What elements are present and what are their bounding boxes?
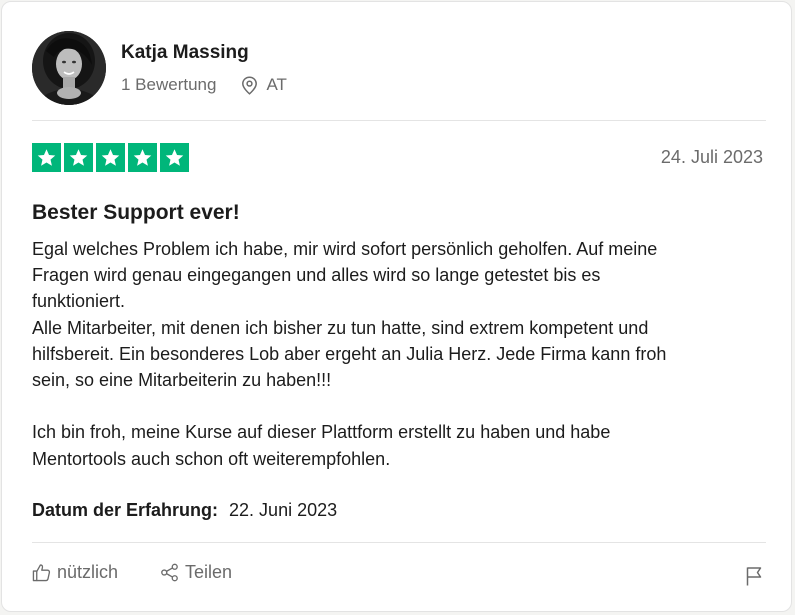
review-date: 24. Juli 2023 [660, 147, 763, 167]
share-button[interactable]: Teilen [160, 562, 232, 583]
reviewer-name[interactable]: Katja Massing [121, 42, 249, 64]
review-text-line: Egal welches Problem ich habe, mir wird … [32, 239, 658, 259]
star-icon [96, 143, 125, 172]
location-pin-icon [242, 75, 258, 95]
review-text-line: Ich bin froh, meine Kurse auf dieser Pla… [32, 422, 611, 443]
experience-date: Datum der Erfahrung: 22. Juni 2023 [32, 500, 337, 521]
star-icon [160, 143, 189, 172]
reviewer-meta: 1 Bewertung AT [121, 75, 287, 95]
review-text-line: sein, so eine Mitarbeiterin zu haben!!! [32, 370, 332, 391]
report-button[interactable] [745, 566, 763, 591]
review-text-line: funktioniert. [32, 291, 126, 312]
review-text-line: Alle Mitarbeiter, mit denen ich bisher z… [32, 317, 649, 338]
useful-button[interactable]: nützlich [32, 562, 118, 583]
review-body: Egal welches Problem ich habe, mir wird … [32, 236, 772, 472]
experience-date-value: 22. Juni 2023 [229, 500, 338, 520]
header-divider [32, 120, 766, 121]
review-title[interactable]: Bester Support ever! [32, 201, 240, 225]
share-icon [161, 563, 178, 582]
experience-date-label: Datum der Erfahrung: [32, 500, 219, 520]
avatar[interactable] [32, 31, 106, 105]
useful-label: nützlich [57, 562, 119, 582]
country-code: AT [266, 75, 287, 94]
review-actions: nützlich Teilen [32, 562, 763, 588]
star-rating [32, 143, 189, 172]
star-icon [32, 143, 61, 172]
star-icon [64, 143, 93, 172]
share-label: Teilen [185, 562, 233, 582]
star-icon [128, 143, 157, 172]
footer-divider [32, 542, 766, 543]
flag-icon [746, 567, 762, 586]
review-text-line: hilfsbereit. Ein besonderes Lob aber erg… [32, 343, 667, 364]
review-text-line: Mentortools auch schon oft weiterempfohl… [32, 448, 391, 469]
avatar-photo [32, 31, 106, 105]
reviewer-location: AT [241, 75, 287, 95]
review-count: 1 Bewertung [121, 75, 217, 94]
thumbs-up-icon [32, 564, 51, 582]
review-card: Katja Massing 1 Bewertung AT 24. Juli 20… [1, 1, 792, 612]
review-text-line: Fragen wird genau eingegangen und alles … [32, 265, 601, 286]
